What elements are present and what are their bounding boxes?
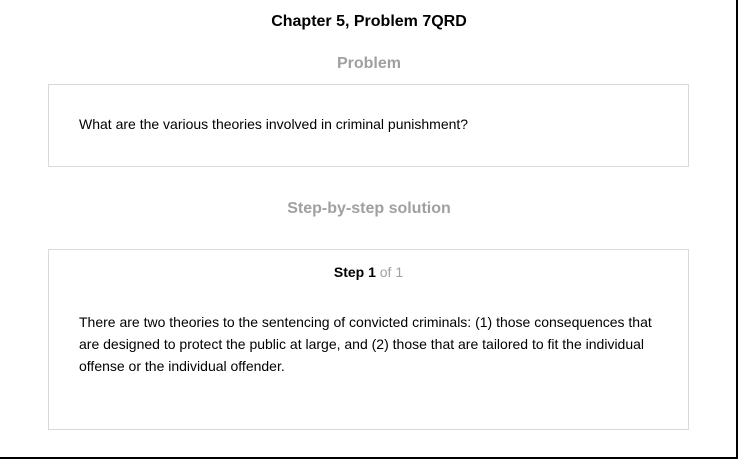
solution-heading: Step-by-step solution — [287, 200, 451, 217]
step-box: Step 1 of 1 There are two theories to th… — [48, 249, 689, 430]
chapter-title: Chapter 5, Problem 7QRD — [271, 13, 467, 30]
step-of-total: of 1 — [379, 264, 404, 280]
problem-box: What are the various theories involved i… — [48, 84, 689, 167]
step-text: There are two theories to the sentencing… — [79, 314, 652, 374]
step-label: Step 1 of 1 — [49, 263, 688, 281]
problem-text: What are the various theories involved i… — [79, 116, 469, 132]
problem-heading: Problem — [336, 55, 401, 72]
step-number: Step 1 — [333, 264, 376, 280]
